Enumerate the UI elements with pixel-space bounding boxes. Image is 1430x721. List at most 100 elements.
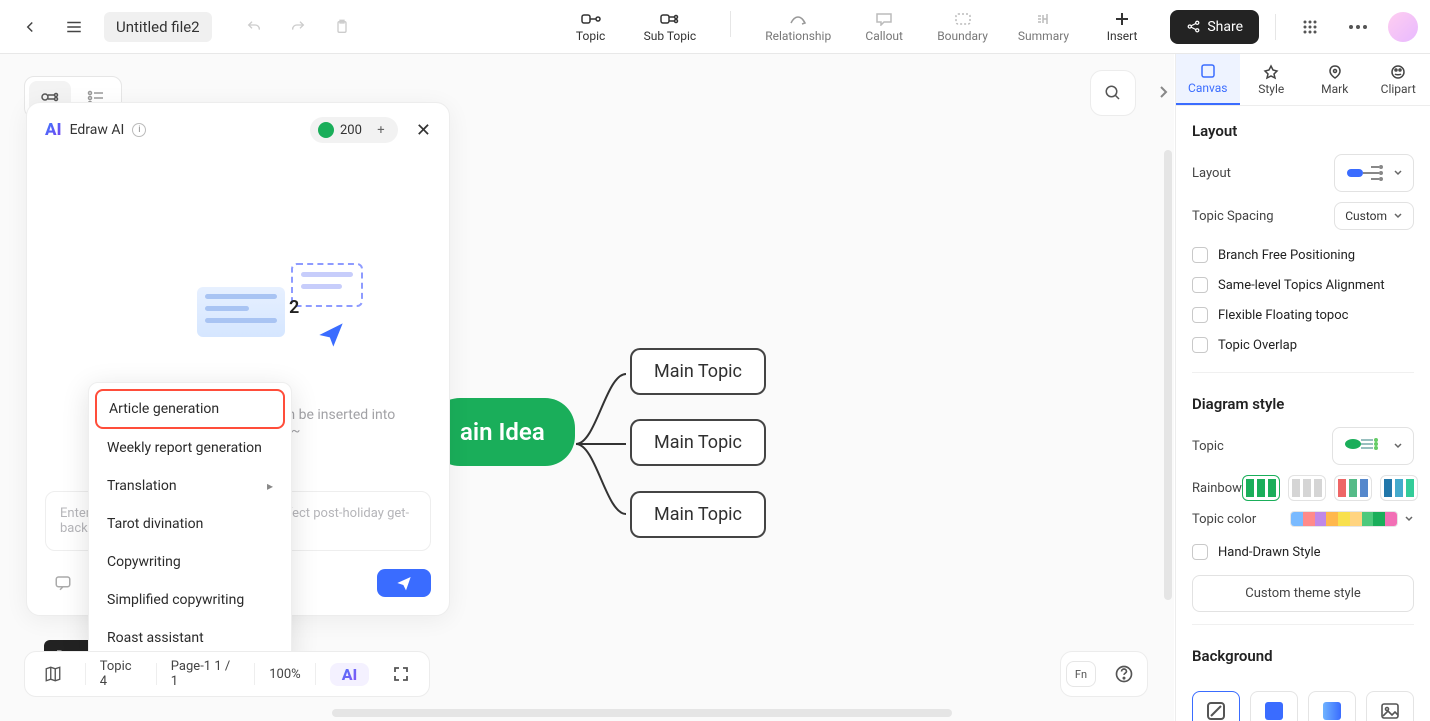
callout-icon bbox=[874, 11, 894, 27]
search-button[interactable] bbox=[1090, 70, 1136, 116]
separator bbox=[254, 663, 255, 685]
tool-sub-topic[interactable]: Sub Topic bbox=[644, 11, 697, 43]
tool-callout[interactable]: Callout bbox=[861, 11, 907, 43]
menu-button[interactable] bbox=[56, 9, 92, 45]
tab-mark[interactable]: Mark bbox=[1303, 54, 1367, 105]
fullscreen-button[interactable] bbox=[383, 656, 419, 692]
check-flexible-floating[interactable]: Flexible Floating topoc bbox=[1192, 300, 1414, 330]
tool-summary[interactable]: Summary bbox=[1018, 11, 1069, 43]
custom-theme-button[interactable]: Custom theme style bbox=[1192, 575, 1414, 612]
function-button[interactable]: Fn bbox=[1066, 661, 1096, 687]
separator bbox=[156, 663, 157, 685]
bottom-right-bar: Fn bbox=[1060, 651, 1148, 697]
help-button[interactable] bbox=[1106, 656, 1142, 692]
clipart-tab-icon bbox=[1390, 64, 1406, 80]
redo-button[interactable] bbox=[280, 9, 316, 45]
add-credits-button[interactable]: + bbox=[372, 121, 390, 139]
rainbow-opt-2[interactable] bbox=[1288, 475, 1326, 501]
credit-icon bbox=[318, 122, 334, 138]
check-same-level[interactable]: Same-level Topics Alignment bbox=[1192, 270, 1414, 300]
diagram-style-heading: Diagram style bbox=[1192, 395, 1414, 413]
boundary-icon bbox=[953, 11, 973, 27]
map-button[interactable] bbox=[35, 656, 71, 692]
avatar[interactable] bbox=[1388, 12, 1418, 42]
page-indicator[interactable]: Page-1 1 / 1 bbox=[171, 659, 240, 689]
ctx-item-copywriting[interactable]: Copywriting bbox=[89, 543, 291, 581]
topic-count: Topic 4 bbox=[100, 659, 142, 689]
rainbow-label: Rainbow bbox=[1192, 481, 1242, 496]
insert-icon bbox=[1112, 11, 1132, 27]
credits-pill[interactable]: 200 + bbox=[310, 117, 398, 143]
topic-style-select[interactable] bbox=[1332, 427, 1414, 465]
ctx-item-weekly[interactable]: Weekly report generation bbox=[89, 429, 291, 467]
bg-opt-gradient[interactable] bbox=[1308, 691, 1356, 721]
canvas-tab-icon bbox=[1200, 63, 1216, 79]
tab-canvas[interactable]: Canvas bbox=[1176, 54, 1240, 105]
ctx-item-article[interactable]: Article generation bbox=[95, 389, 285, 429]
separator bbox=[85, 663, 86, 685]
vertical-scrollbar[interactable] bbox=[1164, 150, 1172, 600]
node-topic-3[interactable]: Main Topic bbox=[630, 491, 766, 538]
topic-spacing-label: Topic Spacing bbox=[1192, 209, 1274, 224]
bg-opt-image[interactable] bbox=[1366, 691, 1414, 721]
rainbow-opt-4[interactable] bbox=[1380, 475, 1418, 501]
tool-insert[interactable]: Insert bbox=[1099, 11, 1145, 43]
chevron-down-icon bbox=[1393, 211, 1403, 221]
ctx-item-translation[interactable]: Translation ▸ bbox=[89, 467, 291, 505]
illus-badge: 2 bbox=[289, 297, 299, 318]
separator bbox=[315, 663, 316, 685]
back-button[interactable] bbox=[12, 9, 48, 45]
send-button[interactable] bbox=[377, 569, 431, 597]
undo-button[interactable] bbox=[236, 9, 272, 45]
more-button[interactable] bbox=[1340, 9, 1376, 45]
chat-button[interactable] bbox=[45, 565, 81, 601]
topic-color-label: Topic color bbox=[1192, 512, 1256, 527]
check-topic-overlap[interactable]: Topic Overlap bbox=[1192, 330, 1414, 360]
rainbow-opt-3[interactable] bbox=[1334, 475, 1372, 501]
bg-opt-none[interactable] bbox=[1192, 691, 1240, 721]
grid-apps-button[interactable] bbox=[1292, 9, 1328, 45]
check-hand-drawn[interactable]: Hand-Drawn Style bbox=[1192, 537, 1414, 567]
background-heading: Background bbox=[1192, 647, 1414, 665]
tool-topic[interactable]: Topic bbox=[568, 11, 614, 43]
summary-icon bbox=[1033, 11, 1053, 27]
file-title[interactable]: Untitled file2 bbox=[104, 12, 212, 42]
topic-style-glyph bbox=[1343, 434, 1387, 458]
layout-select[interactable] bbox=[1334, 154, 1414, 192]
layout-label: Layout bbox=[1192, 166, 1231, 181]
ai-shortcut[interactable]: AI bbox=[330, 663, 370, 686]
expand-panel-button[interactable] bbox=[1154, 78, 1172, 106]
horizontal-scrollbar[interactable] bbox=[332, 709, 952, 717]
share-button[interactable]: Share bbox=[1170, 10, 1259, 44]
zoom-level[interactable]: 100% bbox=[269, 667, 300, 682]
check-branch-free[interactable]: Branch Free Positioning bbox=[1192, 240, 1414, 270]
chevron-down-icon bbox=[1393, 441, 1403, 451]
tab-clipart[interactable]: Clipart bbox=[1367, 54, 1430, 105]
ctx-item-simplified[interactable]: Simplified copywriting bbox=[89, 581, 291, 619]
info-icon[interactable]: i bbox=[132, 123, 146, 137]
chevron-down-icon bbox=[1393, 168, 1403, 178]
topic-icon bbox=[581, 11, 601, 27]
topic-style-label: Topic bbox=[1192, 439, 1224, 454]
tool-relationship[interactable]: Relationship bbox=[765, 11, 831, 43]
chevron-right-icon: ▸ bbox=[267, 479, 273, 493]
ctx-item-tarot[interactable]: Tarot divination bbox=[89, 505, 291, 543]
bg-opt-solid[interactable] bbox=[1250, 691, 1298, 721]
rainbow-opt-1[interactable] bbox=[1242, 475, 1280, 501]
topic-spacing-select[interactable]: Custom bbox=[1334, 202, 1414, 230]
divider bbox=[1192, 372, 1414, 373]
node-topic-1[interactable]: Main Topic bbox=[630, 348, 766, 395]
tab-style[interactable]: Style bbox=[1240, 54, 1304, 105]
tool-boundary[interactable]: Boundary bbox=[937, 11, 988, 43]
layout-glyph-icon bbox=[1345, 161, 1387, 185]
divider bbox=[1192, 624, 1414, 625]
color-strip[interactable] bbox=[1290, 511, 1398, 527]
send-icon bbox=[396, 575, 412, 591]
layout-heading: Layout bbox=[1192, 122, 1414, 140]
node-main-idea[interactable]: ain Idea bbox=[430, 398, 575, 466]
ai-logo: AI bbox=[45, 120, 62, 140]
close-panel-button[interactable]: ✕ bbox=[416, 120, 431, 141]
clipboard-button[interactable] bbox=[324, 9, 360, 45]
node-topic-2[interactable]: Main Topic bbox=[630, 419, 766, 466]
bottom-bar: Topic 4 Page-1 1 / 1 100% AI bbox=[24, 651, 430, 697]
